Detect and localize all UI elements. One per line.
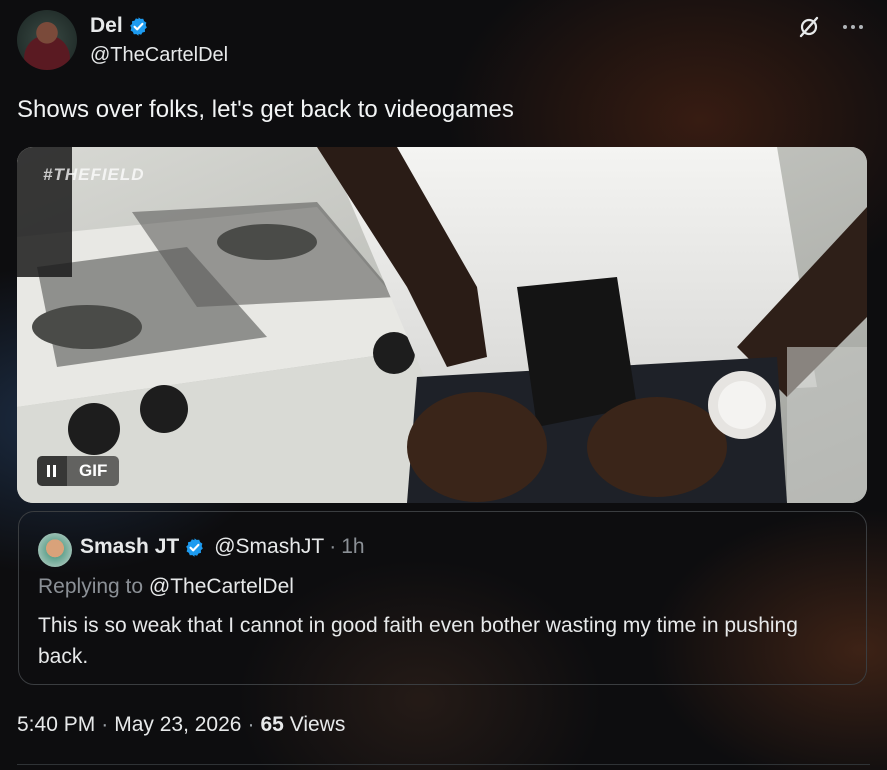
separator-dot: ·: [247, 713, 255, 736]
views-label: Views: [289, 713, 346, 736]
grok-slash-icon: [799, 16, 819, 38]
gif-frame-image: [17, 147, 867, 503]
gif-badge[interactable]: GIF: [37, 456, 120, 486]
tweet-meta: 5:40 PM · May 23, 2026 · 65 Views: [17, 713, 345, 737]
separator-dot: ·: [101, 713, 109, 736]
author-name[interactable]: Del: [90, 14, 123, 38]
tweet-time[interactable]: 5:40 PM: [17, 713, 95, 737]
quoted-author-name[interactable]: Smash JT: [80, 535, 179, 559]
quoted-header: Smash JT @SmashJT · 1h: [80, 535, 365, 559]
author-avatar[interactable]: [17, 10, 77, 70]
quoted-tweet[interactable]: Smash JT @SmashJT · 1h Replying to @TheC…: [18, 511, 867, 685]
gif-label: GIF: [67, 456, 120, 486]
tweet-header: Del @TheCartelDel: [17, 10, 870, 72]
verified-badge-icon: [129, 16, 147, 36]
pause-icon[interactable]: [37, 456, 67, 486]
quoted-author-avatar[interactable]: [38, 533, 72, 567]
quoted-text: This is so weak that I cannot in good fa…: [38, 614, 798, 668]
quoted-time[interactable]: 1h: [341, 535, 364, 559]
tweet-gif[interactable]: #THEFIELD GIF: [17, 147, 867, 503]
divider: [17, 764, 870, 765]
author-handle[interactable]: @TheCartelDel: [90, 44, 228, 67]
tweet-text: Shows over folks, let's get back to vide…: [17, 96, 514, 123]
grok-icon[interactable]: [796, 14, 822, 40]
more-options-icon[interactable]: [840, 14, 866, 40]
tweet-date[interactable]: May 23, 2026: [114, 713, 241, 737]
replying-to-label: Replying to: [38, 575, 144, 598]
replying-to-user[interactable]: @TheCartelDel: [149, 575, 294, 598]
verified-badge-icon: [186, 537, 204, 557]
views-count: 65: [260, 713, 284, 736]
author-name-row: Del: [90, 14, 149, 38]
pause-bars-icon: [47, 465, 56, 477]
quoted-author-handle[interactable]: @SmashJT: [214, 535, 324, 559]
views: 65 Views: [260, 713, 345, 737]
replying-to: Replying to @TheCartelDel: [38, 575, 294, 599]
separator-dot: ·: [329, 535, 337, 558]
header-actions: [796, 14, 866, 40]
gif-watermark: #THEFIELD: [43, 165, 145, 184]
ellipsis-icon: [843, 25, 863, 29]
